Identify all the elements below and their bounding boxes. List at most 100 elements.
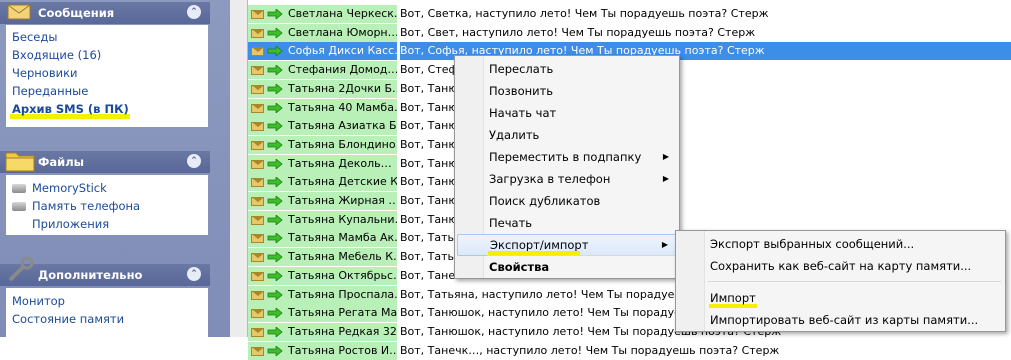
forward-arrow-icon bbox=[267, 9, 283, 19]
contact-name: Татьяна Регата Ма… bbox=[285, 304, 397, 323]
envelope-icon bbox=[251, 271, 264, 281]
nav-item-sent[interactable]: Переданные bbox=[12, 83, 88, 100]
context-menu-item[interactable]: Начать чат bbox=[457, 102, 677, 124]
contact-name: Татьяна Жирная … bbox=[285, 192, 397, 210]
submenu-item[interactable]: Импортировать веб-сайт из карты памяти..… bbox=[678, 309, 1003, 331]
nav-item-label: Память телефона bbox=[32, 199, 141, 213]
nav-item-memory-status[interactable]: Состояние памяти bbox=[12, 311, 124, 328]
message-row[interactable]: Светлана Черкеск… Вот, Светка, наступило … bbox=[248, 5, 1011, 23]
menu-item-label: Поиск дубликатов bbox=[489, 194, 601, 208]
export-import-submenu: Экспорт выбранных сообщений... Сохранить … bbox=[675, 230, 1006, 332]
menu-item-label: Импортировать веб-сайт из карты памяти..… bbox=[710, 313, 979, 327]
forward-arrow-icon bbox=[267, 139, 283, 150]
forward-arrow-icon bbox=[267, 252, 283, 263]
contact-name: Татьяна Азиатка Б… bbox=[285, 117, 397, 136]
context-menu-item[interactable]: Поиск дубликатов bbox=[457, 190, 677, 212]
message-preview: Вот, Свет, наступило лето! Чем Ты пораду… bbox=[400, 25, 756, 39]
collapse-icon[interactable]: ⌃ bbox=[187, 154, 201, 168]
messages-panel: Беседы Входящие (16) Черновики Переданны… bbox=[6, 25, 208, 127]
nav-item-conversations[interactable]: Беседы bbox=[12, 29, 57, 46]
forward-arrow-icon bbox=[267, 289, 283, 300]
row-icons bbox=[248, 285, 285, 304]
forward-arrow-icon bbox=[267, 46, 283, 57]
section-header-messages[interactable]: Сообщения ⌃ bbox=[0, 2, 210, 24]
row-icons bbox=[248, 210, 285, 229]
forward-arrow-icon bbox=[267, 308, 283, 319]
context-menu-item[interactable]: Позвонить bbox=[457, 80, 677, 102]
contact-name: Светлана Черкеск… bbox=[285, 5, 397, 23]
nav-item-drafts[interactable]: Черновики bbox=[12, 65, 78, 82]
message-row[interactable]: Светлана Юморн… Вот, Свет, наступило лето… bbox=[248, 23, 1011, 42]
envelope-icon bbox=[251, 178, 264, 188]
section-header-advanced[interactable]: Дополнительно ⌃ bbox=[0, 256, 210, 286]
row-icons bbox=[248, 42, 285, 61]
envelope-icon bbox=[251, 140, 264, 150]
forward-arrow-icon bbox=[267, 326, 283, 337]
collapse-icon[interactable]: ⌃ bbox=[187, 267, 201, 281]
nav-item-applications[interactable]: Приложения bbox=[32, 216, 109, 233]
forward-arrow-icon bbox=[267, 270, 283, 281]
row-icons bbox=[248, 154, 285, 173]
menu-item-label: Сохранить как веб-сайт на карту памяти..… bbox=[710, 259, 972, 273]
forward-arrow-icon bbox=[267, 233, 283, 244]
context-menu-item[interactable]: Печать bbox=[457, 212, 677, 234]
envelope-icon bbox=[251, 84, 264, 94]
context-menu-item[interactable]: Удалить bbox=[457, 124, 677, 146]
context-menu-item[interactable]: Загрузка в телефон ▶ bbox=[457, 168, 677, 190]
nav-item-inbox[interactable]: Входящие (16) bbox=[12, 47, 101, 64]
contact-name: Татьяна Редкая 32… bbox=[285, 322, 397, 341]
menu-item-label: Переместить в подпапку bbox=[489, 150, 642, 164]
nav-item-sms-archive[interactable]: Архив SMS (в ПК) bbox=[12, 101, 129, 118]
submenu-item[interactable]: Сохранить как веб-сайт на карту памяти..… bbox=[678, 255, 1003, 277]
menu-item-label: Загрузка в телефон bbox=[489, 172, 611, 186]
message-row[interactable]: Татьяна Ростов И… Вот, Танечк…, наступило… bbox=[248, 341, 1011, 360]
row-icons bbox=[248, 322, 285, 341]
nav-item-memorystick[interactable]: MemoryStick bbox=[12, 180, 107, 197]
contact-name: Татьяна 40 Мамба… bbox=[285, 98, 397, 117]
contact-name: Татьяна Мебель К… bbox=[285, 248, 397, 267]
row-icons bbox=[248, 192, 285, 210]
context-menu-item[interactable]: Свойства bbox=[457, 256, 677, 278]
submenu-item[interactable]: Экспорт выбранных сообщений... bbox=[678, 233, 1003, 255]
row-icons bbox=[248, 117, 285, 136]
forward-arrow-icon bbox=[267, 196, 283, 206]
contact-name: Татьяна Деколь… bbox=[285, 154, 397, 173]
envelope-icon bbox=[251, 10, 264, 19]
submenu-item[interactable]: Импорт bbox=[678, 287, 1003, 309]
envelope-icon bbox=[251, 290, 264, 300]
menu-separator bbox=[708, 281, 1001, 282]
section-header-files[interactable]: Файлы ⌃ bbox=[0, 151, 210, 173]
list-gutter bbox=[230, 0, 248, 337]
envelope-icon bbox=[251, 28, 264, 38]
contact-name: Татьяна 2Дочки Б… bbox=[285, 79, 397, 98]
folder-icon bbox=[4, 145, 36, 173]
envelope-icon bbox=[251, 215, 264, 225]
collapse-icon[interactable]: ⌃ bbox=[187, 5, 201, 19]
row-icons bbox=[248, 5, 285, 23]
envelope-icon bbox=[251, 327, 264, 337]
files-panel: MemoryStick Память телефона Приложения bbox=[6, 175, 208, 235]
menu-item-label: Начать чат bbox=[489, 106, 557, 120]
contact-name: Стефания Домод… bbox=[285, 61, 397, 80]
context-menu-item[interactable]: Переместить в подпапку ▶ bbox=[457, 146, 677, 168]
contact-name: Татьяна Мамба Ак… bbox=[285, 229, 397, 248]
nav-item-phone-memory[interactable]: Память телефона bbox=[12, 198, 140, 215]
section-title: Файлы bbox=[38, 155, 85, 169]
forward-arrow-icon bbox=[267, 214, 283, 225]
drive-icon bbox=[12, 202, 26, 211]
envelope-icon bbox=[251, 47, 264, 57]
message-preview: Вот, Светка, наступило лето! Чем Ты пора… bbox=[400, 7, 769, 20]
nav-item-monitor[interactable]: Монитор bbox=[12, 293, 65, 310]
envelope-icon bbox=[251, 309, 264, 319]
menu-item-label: Свойства bbox=[489, 260, 550, 274]
drive-icon bbox=[12, 184, 26, 193]
forward-arrow-icon bbox=[267, 83, 283, 94]
envelope-icon bbox=[251, 197, 264, 206]
context-menu-item[interactable]: Переслать bbox=[457, 58, 677, 80]
contact-name: Татьяна Купальни… bbox=[285, 210, 397, 229]
contact-name: Татьяна Ростов И… bbox=[285, 341, 397, 360]
envelope-icon bbox=[251, 346, 264, 356]
contact-name: Татьяна Проспала… bbox=[285, 285, 397, 304]
envelope-icon bbox=[251, 103, 264, 113]
submenu-arrow-icon: ▶ bbox=[662, 174, 669, 183]
